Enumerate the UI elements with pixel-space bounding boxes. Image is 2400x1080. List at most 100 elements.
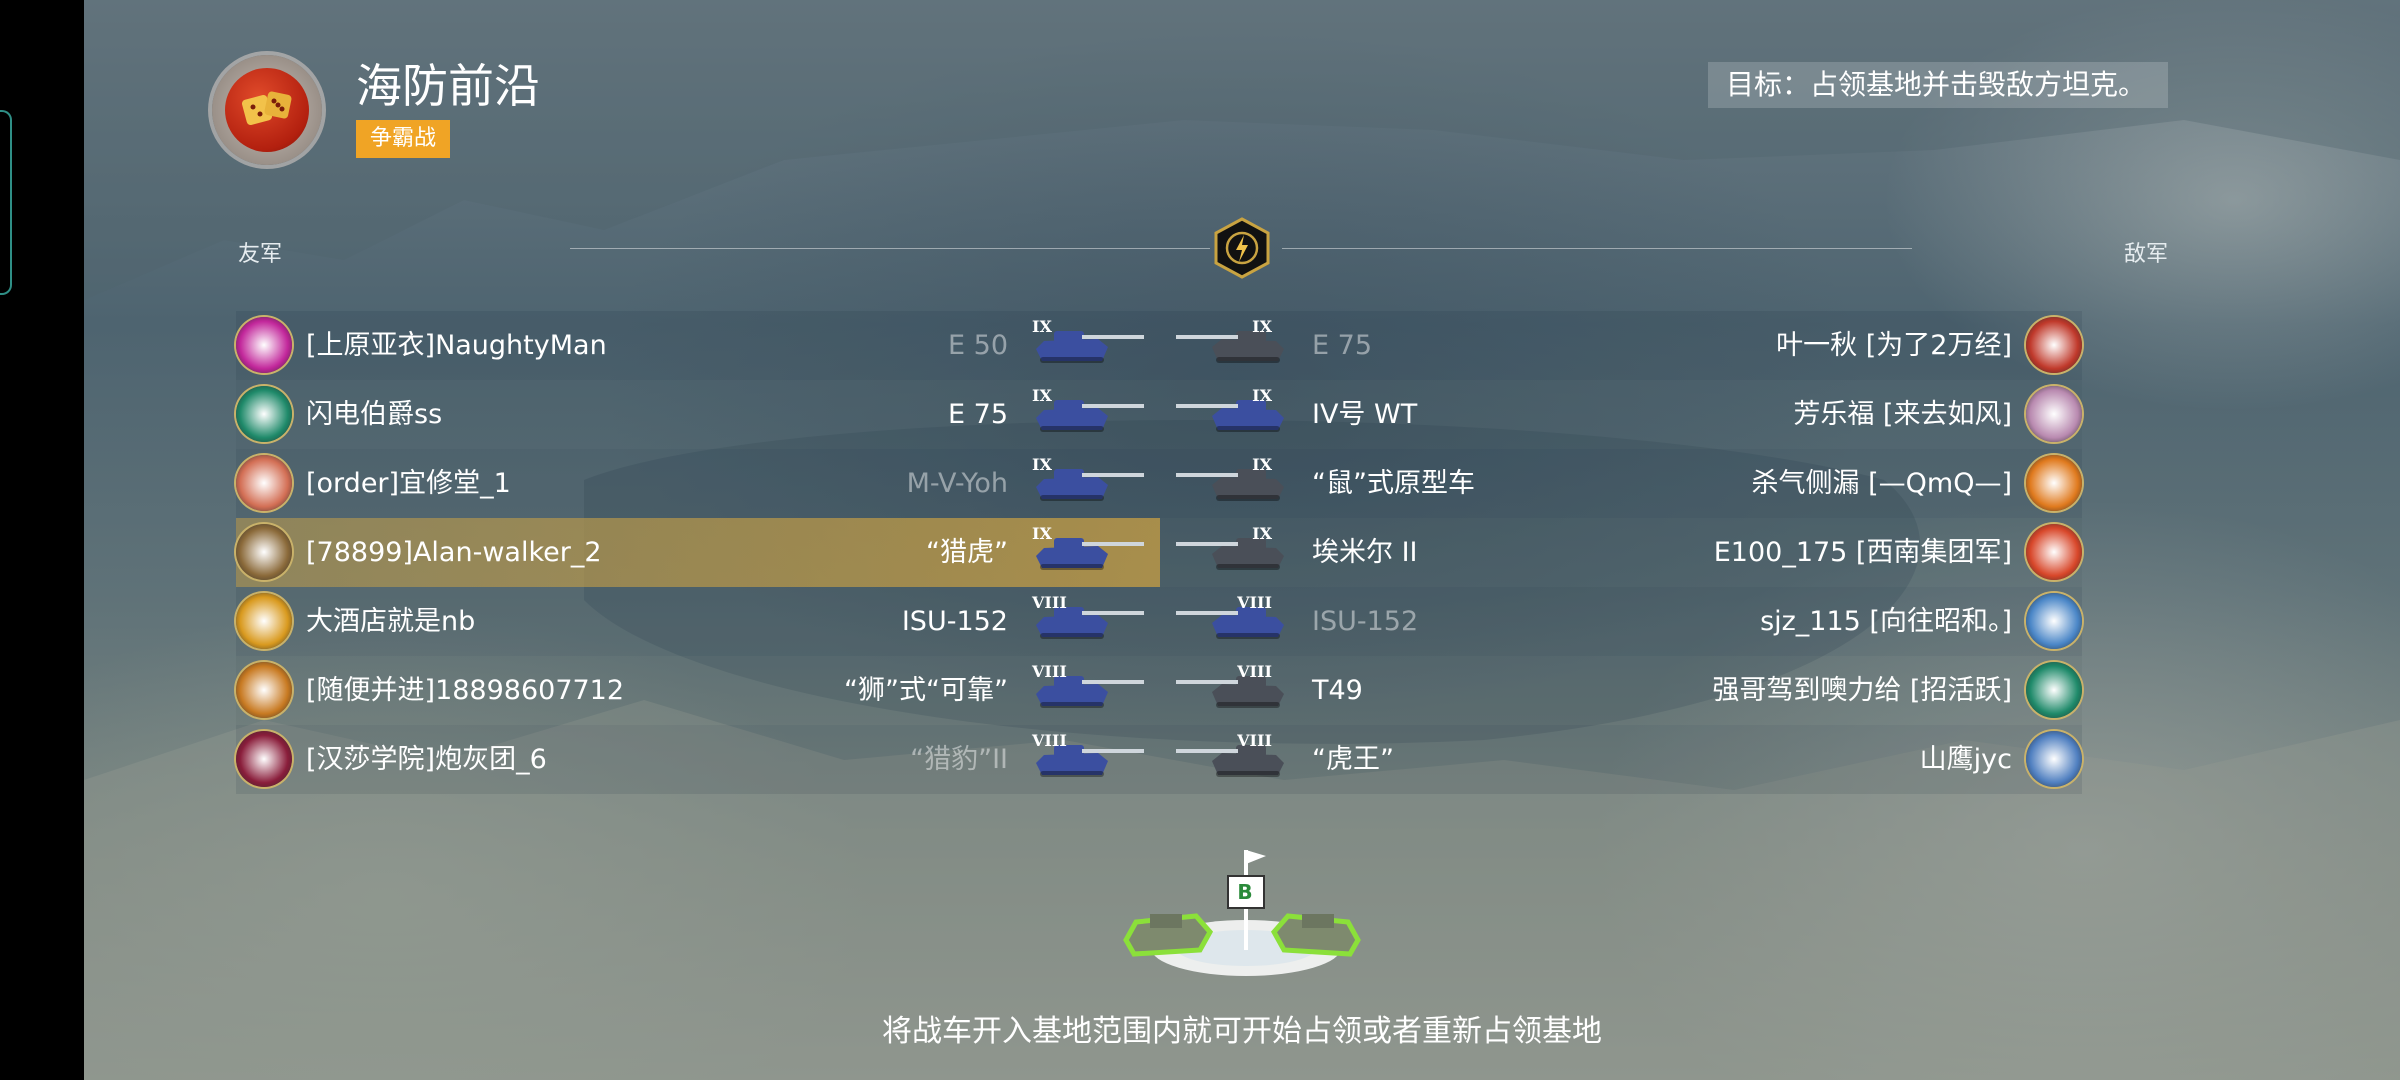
enemy-player-row[interactable]: IX E 75 叶一秋 [为了2万经] [1160, 311, 2082, 380]
enemy-tank-icon: IX [1170, 524, 1290, 576]
enemy-player-row[interactable]: VIII “虎王” 山鹰jyc [1160, 725, 2082, 794]
roster-row: [order]宜修堂_1 M-V-Yoh IX IX “鼠”式原型车 杀气侧漏 … [236, 449, 2082, 518]
ally-tank-icon: IX [1030, 317, 1150, 369]
tank-tier-label: IX [1252, 455, 1272, 474]
ally-tank-name: E 75 [948, 399, 1008, 430]
ally-player-name: 闪电伯爵ss [306, 399, 443, 430]
enemy-tank-name: ISU-152 [1312, 606, 1419, 637]
enemy-player-row[interactable]: IX “鼠”式原型车 杀气侧漏 [—QmQ—] [1160, 449, 2082, 518]
roster-row: 闪电伯爵ss E 75 IX IX IV号 WT 芳乐福 [来去如风] [236, 380, 2082, 449]
enemy-player-row[interactable]: IX 埃米尔 II E100_175 [西南集团军] [1160, 518, 2082, 587]
enemy-player-name: 山鹰jyc [1919, 744, 2012, 775]
enemy-player-name: sjz_115 [向往昭和。] [1760, 606, 2012, 637]
battle-objective: 目标：占领基地并击毁敌方坦克。 [1707, 62, 2168, 108]
ally-tank-icon: IX [1030, 386, 1150, 438]
enemy-tank-icon: IX [1170, 317, 1290, 369]
player-avatar-icon [236, 317, 292, 373]
ally-tank-name: “狮”式“可靠” [844, 675, 1008, 706]
enemy-player-name: 强哥驾到噢力给 [招活跃] [1712, 675, 2012, 706]
battle-lightning-emblem-icon [1214, 217, 1270, 279]
map-title: 海防前沿 [356, 59, 540, 113]
team-roster: [上原亚衣]NaughtyMan E 50 IX IX E 75 叶一秋 [为了… [236, 311, 2082, 794]
enemy-tank-name: E 75 [1312, 330, 1372, 361]
player-avatar-icon [236, 386, 292, 442]
enemy-tank-name: T49 [1312, 675, 1363, 706]
roster-row: [汉莎学院]炮灰团_6 “猎豹”II VIII VIII “虎王” 山鹰jyc [236, 725, 2082, 794]
enemy-player-row[interactable]: IX IV号 WT 芳乐福 [来去如风] [1160, 380, 2082, 449]
ally-tank-icon: VIII [1030, 593, 1150, 645]
player-avatar-icon [2026, 317, 2082, 373]
enemy-tank-icon: VIII [1170, 662, 1290, 714]
tank-tier-label: VIII [1032, 662, 1067, 681]
ally-player-name: [汉莎学院]炮灰团_6 [306, 744, 547, 775]
enemy-tank-icon: VIII [1170, 593, 1290, 645]
ally-tank-icon: VIII [1030, 662, 1150, 714]
enemy-player-name: 杀气侧漏 [—QmQ—] [1751, 468, 2012, 499]
ally-tank-name: M-V-Yoh [906, 468, 1008, 499]
tank-tier-label: IX [1032, 524, 1052, 543]
ally-player-row-self[interactable]: [78899]Alan-walker_2 “猎虎” IX [236, 518, 1160, 587]
ally-player-name: 大酒店就是nb [306, 606, 476, 637]
tank-tier-label: VIII [1237, 731, 1272, 750]
ally-tank-name: E 50 [948, 330, 1008, 361]
base-capture-icon [1123, 850, 1361, 976]
capture-point-letter: B [1237, 880, 1253, 904]
enemy-tank-icon: VIII [1170, 731, 1290, 783]
enemy-player-name: 芳乐福 [来去如风] [1793, 399, 2012, 430]
enemy-player-name: 叶一秋 [为了2万经] [1776, 330, 2012, 361]
ally-divider [570, 248, 1210, 249]
player-avatar-icon [2026, 593, 2082, 649]
ally-player-row[interactable]: [随便并进]18898607712 “狮”式“可靠” VIII [236, 656, 1160, 725]
ally-tank-name: “猎虎” [926, 537, 1008, 568]
tank-tier-label: VIII [1237, 662, 1272, 681]
enemy-tank-icon: IX [1170, 386, 1290, 438]
ally-player-name: [随便并进]18898607712 [306, 675, 625, 706]
enemy-tank-name: “虎王” [1312, 744, 1394, 775]
roster-row: [78899]Alan-walker_2 “猎虎” IX IX 埃米尔 II E… [236, 518, 2082, 587]
ally-player-row[interactable]: [order]宜修堂_1 M-V-Yoh IX [236, 449, 1160, 518]
tank-tier-label: VIII [1032, 731, 1067, 750]
ally-player-name: [order]宜修堂_1 [306, 468, 511, 499]
ally-tank-name: ISU-152 [901, 606, 1008, 637]
tank-tier-label: IX [1252, 386, 1272, 405]
player-avatar-icon [2026, 731, 2082, 787]
player-avatar-icon [2026, 386, 2082, 442]
enemy-player-row[interactable]: VIII ISU-152 sjz_115 [向往昭和。] [1160, 587, 2082, 656]
tank-tier-label: VIII [1032, 593, 1067, 612]
ally-player-name: [78899]Alan-walker_2 [306, 537, 602, 568]
tank-tier-label: IX [1252, 317, 1272, 336]
enemy-player-name: E100_175 [西南集团军] [1713, 537, 2012, 568]
enemy-tank-icon: IX [1170, 455, 1290, 507]
ally-tank-name: “猎豹”II [910, 744, 1008, 775]
ally-player-row[interactable]: [上原亚衣]NaughtyMan E 50 IX [236, 311, 1160, 380]
enemy-divider [1282, 248, 1912, 249]
ally-player-name: [上原亚衣]NaughtyMan [306, 330, 607, 361]
tank-tier-label: IX [1032, 455, 1052, 474]
enemy-team-label: 敌军 [2123, 242, 2168, 267]
ally-player-row[interactable]: 大酒店就是nb ISU-152 VIII [236, 587, 1160, 656]
capture-hint: 将战车开入基地范围内就可开始占领或者重新占领基地 [882, 1014, 1602, 1049]
ally-tank-icon: IX [1030, 455, 1150, 507]
player-avatar-icon [236, 524, 292, 580]
battle-mode-badge: 争霸战 [356, 120, 451, 158]
map-dice-icon [212, 55, 322, 165]
roster-row: [随便并进]18898607712 “狮”式“可靠” VIII VIII T49… [236, 656, 2082, 725]
enemy-tank-name: “鼠”式原型车 [1312, 468, 1475, 499]
tank-tier-label: IX [1252, 524, 1272, 543]
enemy-player-row[interactable]: VIII T49 强哥驾到噢力给 [招活跃] [1160, 656, 2082, 725]
tank-tier-label: IX [1032, 386, 1052, 405]
ally-team-label: 友军 [238, 242, 283, 267]
player-avatar-icon [236, 593, 292, 649]
player-avatar-icon [2026, 455, 2082, 511]
tank-tier-label: VIII [1237, 593, 1272, 612]
ally-player-row[interactable]: 闪电伯爵ss E 75 IX [236, 380, 1160, 449]
player-avatar-icon [236, 455, 292, 511]
player-avatar-icon [2026, 662, 2082, 718]
ally-player-row[interactable]: [汉莎学院]炮灰团_6 “猎豹”II VIII [236, 725, 1160, 794]
ally-tank-icon: VIII [1030, 731, 1150, 783]
tank-tier-label: IX [1032, 317, 1052, 336]
enemy-tank-name: IV号 WT [1312, 399, 1418, 430]
enemy-tank-name: 埃米尔 II [1312, 537, 1418, 568]
player-avatar-icon [2026, 524, 2082, 580]
side-panel-handle[interactable] [0, 110, 12, 295]
